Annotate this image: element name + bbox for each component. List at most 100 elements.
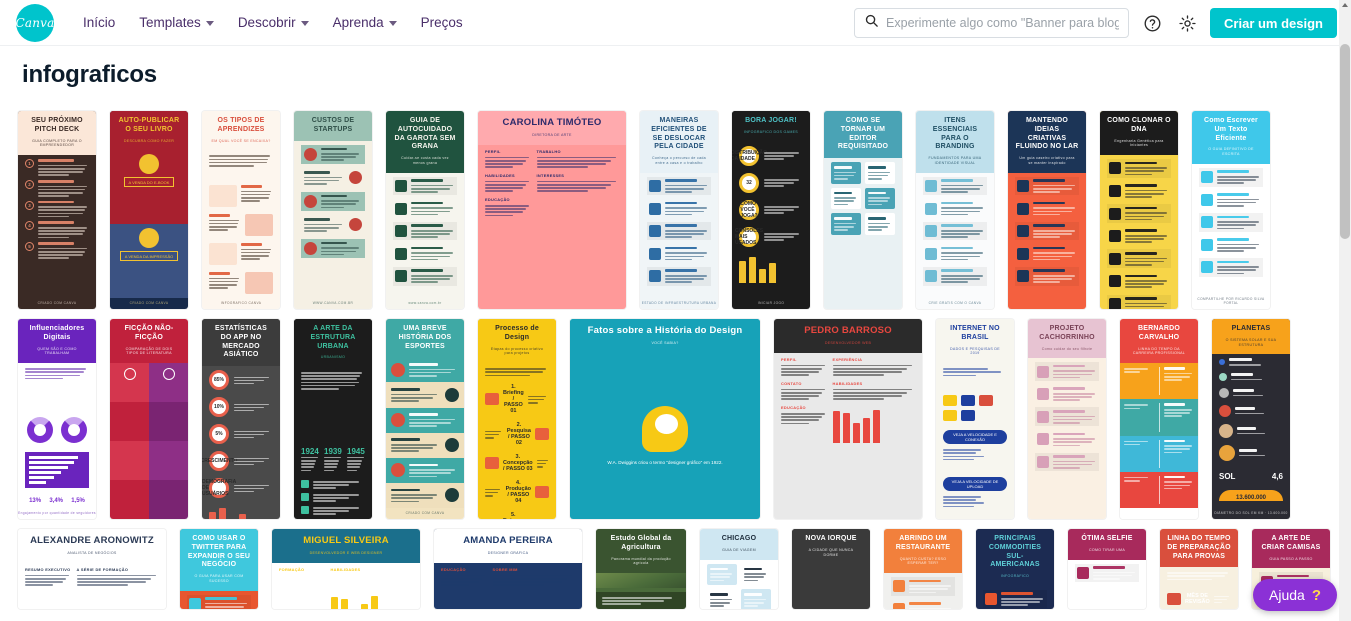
template-card[interactable]: PROJETO CACHORRINHO Como cuidar do seu fi… bbox=[1028, 319, 1106, 519]
thumb-item: A SÉRIE DE FORMAÇÃO bbox=[76, 567, 159, 586]
text-line bbox=[330, 581, 400, 583]
nav-item-preos[interactable]: Preços bbox=[410, 9, 474, 36]
item-title bbox=[304, 218, 331, 221]
template-card[interactable]: ABRINDO UM RESTAURANTE QUANTO CUSTA? ESSO… bbox=[884, 529, 962, 609]
item-icon bbox=[1037, 388, 1049, 401]
page-scrollbar[interactable] bbox=[1339, 0, 1351, 621]
template-thumbnail: AMANDA PEREIRA DESIGNER GRÁFICA EDUCAÇÃO SO… bbox=[434, 529, 582, 609]
text-line bbox=[241, 200, 260, 202]
template-card[interactable]: Fatos sobre a História do Design VOCÊ SAB… bbox=[570, 319, 760, 519]
template-card[interactable]: CAROLINA TIMÓTEO DIRETORA DE ARTE PERFIL HA… bbox=[478, 111, 626, 309]
section-heading: EDUCAÇÃO bbox=[441, 566, 466, 572]
text-line bbox=[941, 252, 983, 255]
template-card[interactable]: COMO CLONAR O DNA Engenharia Genética par… bbox=[1100, 111, 1178, 309]
template-card[interactable]: COMO USAR O TWITTER PARA EXPANDIR O SEU … bbox=[180, 529, 258, 609]
text-line bbox=[536, 462, 547, 465]
template-card[interactable]: FICÇÃO NÃO-FICÇÃO COMPARAÇÃO DE DOIS TIPO… bbox=[110, 319, 188, 519]
text-line bbox=[411, 252, 453, 255]
thumb-item bbox=[1199, 213, 1263, 232]
template-card[interactable]: GUIA DE AUTOCUIDADO DA GAROTA SEM GRANA C… bbox=[386, 111, 464, 309]
template-card[interactable]: Processo de Design Etapas do processo cri… bbox=[478, 319, 556, 519]
scroll-up-arrow-icon[interactable] bbox=[1342, 3, 1348, 7]
item-icon bbox=[1109, 207, 1121, 220]
nav-item-incio[interactable]: Início bbox=[72, 9, 126, 36]
scrollbar-thumb[interactable] bbox=[1340, 44, 1350, 239]
template-card[interactable]: SEU PRÓXIMO PITCH DECK GUIA COMPLETO PARA… bbox=[18, 111, 96, 309]
text-line bbox=[764, 206, 800, 208]
nav-item-descobrir[interactable]: Descobrir bbox=[227, 9, 320, 36]
text-line bbox=[321, 159, 344, 162]
text-line bbox=[485, 187, 524, 189]
item-title bbox=[665, 269, 697, 273]
text-line bbox=[710, 576, 730, 578]
template-card[interactable]: CUSTOS DE STARTUPS WWW.CANVA.COM.BR bbox=[294, 111, 372, 309]
item-icon bbox=[925, 270, 937, 283]
nav-item-aprenda[interactable]: Aprenda bbox=[322, 9, 408, 36]
thumb-subtitle: Panorama mundial da produção agrícola bbox=[611, 556, 671, 566]
template-card[interactable]: BORA JOGAR! INFOGRÁFICO DOS GAMES DISTRIBU… bbox=[732, 111, 810, 309]
thumb-title: Processo de Design bbox=[495, 325, 539, 341]
item-title bbox=[411, 179, 443, 182]
text-line bbox=[1053, 376, 1081, 379]
stat-value: 5% bbox=[209, 424, 229, 444]
bar bbox=[29, 471, 62, 474]
template-card[interactable]: UMA BREVE HISTÓRIA DOS ESPORTES CRIADO CO… bbox=[386, 319, 464, 519]
text-line bbox=[536, 466, 543, 468]
template-card[interactable]: LINHA DO TEMPO DE PREPARAÇÃO PARA PROVAS… bbox=[1160, 529, 1238, 609]
resume-left-column: PERFIL HABILIDADES EDUCAÇÃO bbox=[485, 149, 531, 305]
item-title bbox=[1233, 389, 1254, 392]
template-card[interactable]: Como Escrever Um Texto Eficiente O GUIA D… bbox=[1192, 111, 1270, 309]
template-card[interactable]: BERNARDO CARVALHO LINHA DO TEMPO DA CARRE… bbox=[1120, 319, 1198, 519]
template-card[interactable]: MANTENDO IDEIAS CRIATIVAS FLUINDO NO LAR… bbox=[1008, 111, 1086, 309]
create-design-button[interactable]: Criar um design bbox=[1210, 8, 1337, 38]
template-card[interactable]: NOVA IORQUE A CIDADE QUE NUNCA DORME bbox=[792, 529, 870, 609]
text-line bbox=[1213, 598, 1228, 601]
template-card[interactable]: A ARTE DA ESTRUTURA URBANA URBANISMO 1924 1… bbox=[294, 319, 372, 519]
question-circle-icon[interactable] bbox=[1140, 11, 1164, 35]
thumb-title: ITENS ESSENCIAIS PARA O BRANDING bbox=[932, 117, 978, 151]
template-card[interactable]: COMO SE TORNAR UM EDITOR REQUISITADO bbox=[824, 111, 902, 309]
help-widget[interactable]: Ajuda ? bbox=[1253, 579, 1337, 611]
text-line bbox=[744, 579, 758, 582]
template-card[interactable]: ALEXANDRE ARONOWITZ ANALISTA DE NEGÓCIOS R… bbox=[18, 529, 166, 609]
text-line bbox=[321, 250, 357, 253]
thumb-body: VEJA A VELOCIDADE E CONEXÃO VEJA A VELOCI… bbox=[936, 363, 1014, 519]
text-line bbox=[304, 223, 342, 226]
template-card[interactable]: OS TIPOS DE APRENDIZES EM QUAL VOCÊ SE EN… bbox=[202, 111, 280, 309]
canva-logo[interactable]: Canva bbox=[16, 2, 58, 44]
template-card[interactable]: PRINCIPAIS COMMODITIES SUL-AMERICANAS INF… bbox=[976, 529, 1054, 609]
thumb-header: FICÇÃO NÃO-FICÇÃO COMPARAÇÃO DE DOIS TIPO… bbox=[110, 319, 188, 364]
step-label: 3. Concepção / PASSO 03 bbox=[503, 454, 533, 473]
text-line bbox=[330, 584, 382, 586]
template-card[interactable]: ÓTIMA SELFIE COMO TIRAR UMA bbox=[1068, 529, 1146, 609]
text-line bbox=[209, 164, 254, 167]
template-card[interactable]: CHICAGO GUIA DE VIAGEM bbox=[700, 529, 778, 609]
text-line bbox=[832, 392, 907, 394]
template-card[interactable]: MANEIRAS EFICIENTES DE SE DESLOCAR PELA … bbox=[640, 111, 718, 309]
nav-item-templates[interactable]: Templates bbox=[128, 9, 225, 36]
thumb-body: RESUMO EXECUTIVO A SÉRIE DE FORMAÇÃO bbox=[18, 563, 166, 609]
template-card[interactable]: ITENS ESSENCIAIS PARA O BRANDING FUNDAMEN… bbox=[916, 111, 994, 309]
search-input[interactable] bbox=[886, 16, 1120, 30]
template-card[interactable]: AUTO-PUBLICAR O SEU LIVRO DESCUBRA COMO F… bbox=[110, 111, 188, 309]
template-card[interactable]: PLANETAS O SISTEMA SOLAR E SUA ESTRUTURA S… bbox=[1212, 319, 1290, 519]
template-card[interactable]: Estudo Global da Agricultura Panorama mun… bbox=[596, 529, 686, 609]
gear-icon[interactable] bbox=[1175, 11, 1199, 35]
template-card[interactable]: ESTATÍSTICAS DO APP NO MERCADO ASIÁTICO 8… bbox=[202, 319, 280, 519]
thumb-header: PLANETAS O SISTEMA SOLAR E SUA ESTRUTURA bbox=[1212, 319, 1290, 355]
template-card[interactable]: Influenciadores Digitais QUEM SÃO E COMO … bbox=[18, 319, 96, 519]
template-card[interactable]: AMANDA PEREIRA DESIGNER GRÁFICA EDUCAÇÃO SO… bbox=[434, 529, 582, 609]
template-card[interactable]: INTERNET NO BRASIL DADOS E PESQUISAS DE 2… bbox=[936, 319, 1014, 519]
thumb-body bbox=[1008, 173, 1086, 309]
text-line bbox=[665, 275, 707, 277]
item-icon bbox=[1017, 179, 1029, 192]
template-card[interactable]: PEDRO BARROSO DESENVOLVEDOR WEB PERFIL CONT… bbox=[774, 319, 922, 519]
thumb-item bbox=[149, 480, 188, 519]
search-box[interactable] bbox=[854, 8, 1130, 38]
template-card[interactable]: MIGUEL SILVEIRA DESENVOLVEDOR E WEB DESIG… bbox=[272, 529, 420, 609]
nav-item-label: Templates bbox=[139, 15, 201, 30]
thumb-item: INTERESSES bbox=[536, 173, 619, 193]
thumb-item bbox=[1199, 258, 1263, 277]
template-thumbnail: ABRINDO UM RESTAURANTE QUANTO CUSTA? ESSO… bbox=[884, 529, 962, 609]
doodle-shape bbox=[961, 410, 975, 422]
